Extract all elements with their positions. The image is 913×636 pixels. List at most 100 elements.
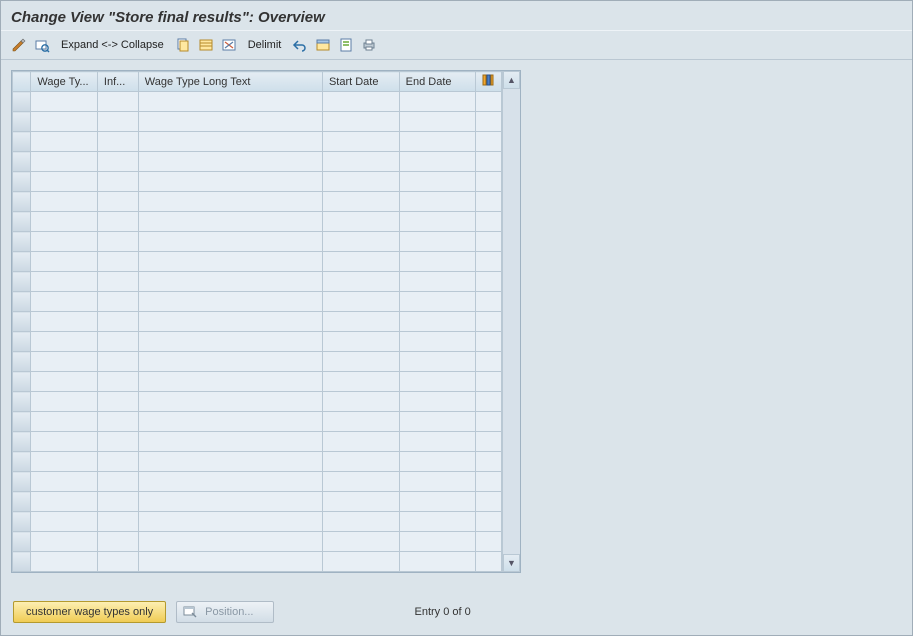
table-cell[interactable] xyxy=(31,292,97,312)
table-cell[interactable] xyxy=(399,92,476,112)
table-cell[interactable] xyxy=(97,492,138,512)
row-selector[interactable] xyxy=(13,392,31,412)
row-selector[interactable] xyxy=(13,272,31,292)
table-cell[interactable] xyxy=(138,212,322,232)
row-selector[interactable] xyxy=(13,332,31,352)
table-cell[interactable] xyxy=(399,332,476,352)
table-cell[interactable] xyxy=(31,172,97,192)
col-header-start-date[interactable]: Start Date xyxy=(322,72,399,92)
table-cell[interactable] xyxy=(322,272,399,292)
table-cell[interactable] xyxy=(31,532,97,552)
table-cell[interactable] xyxy=(138,372,322,392)
table-cell[interactable] xyxy=(322,92,399,112)
row-selector[interactable] xyxy=(13,112,31,132)
table-cell[interactable] xyxy=(97,392,138,412)
table-cell[interactable] xyxy=(322,352,399,372)
table-cell[interactable] xyxy=(138,252,322,272)
table-cell[interactable] xyxy=(97,332,138,352)
table-cell[interactable] xyxy=(97,92,138,112)
table-cell[interactable] xyxy=(399,252,476,272)
table-cell[interactable] xyxy=(138,392,322,412)
row-selector[interactable] xyxy=(13,492,31,512)
table-cell[interactable] xyxy=(31,512,97,532)
row-selector[interactable] xyxy=(13,412,31,432)
table-cell[interactable] xyxy=(399,532,476,552)
col-header-long-text[interactable]: Wage Type Long Text xyxy=(138,72,322,92)
table-cell[interactable] xyxy=(97,272,138,292)
table-cell[interactable] xyxy=(31,92,97,112)
row-selector[interactable] xyxy=(13,132,31,152)
table-cell[interactable] xyxy=(322,192,399,212)
table-cell[interactable] xyxy=(138,192,322,212)
expand-collapse-button[interactable]: Expand <-> Collapse xyxy=(55,39,170,51)
table-cell[interactable] xyxy=(31,132,97,152)
table-cell[interactable] xyxy=(138,452,322,472)
table-cell[interactable] xyxy=(138,352,322,372)
row-selector[interactable] xyxy=(13,472,31,492)
table-cell[interactable] xyxy=(399,152,476,172)
row-selector[interactable] xyxy=(13,152,31,172)
table-cell[interactable] xyxy=(31,312,97,332)
configure-columns-icon[interactable] xyxy=(476,72,502,92)
table-cell[interactable] xyxy=(31,252,97,272)
table-cell[interactable] xyxy=(138,292,322,312)
table-cell[interactable] xyxy=(97,552,138,572)
table-cell[interactable] xyxy=(97,232,138,252)
print-icon[interactable] xyxy=(359,35,379,55)
position-button[interactable]: Position... xyxy=(176,601,274,623)
table-cell[interactable] xyxy=(97,532,138,552)
table-cell[interactable] xyxy=(138,152,322,172)
table-cell[interactable] xyxy=(31,352,97,372)
table-cell[interactable] xyxy=(399,412,476,432)
table-cell[interactable] xyxy=(31,112,97,132)
table-cell[interactable] xyxy=(322,552,399,572)
table-cell[interactable] xyxy=(322,432,399,452)
table-cell[interactable] xyxy=(322,392,399,412)
table-cell[interactable] xyxy=(138,172,322,192)
table-cell[interactable] xyxy=(399,512,476,532)
table-cell[interactable] xyxy=(31,392,97,412)
scroll-up-icon[interactable]: ▲ xyxy=(503,71,520,89)
table-cell[interactable] xyxy=(31,372,97,392)
table-cell[interactable] xyxy=(31,412,97,432)
table-cell[interactable] xyxy=(399,372,476,392)
change-icon[interactable] xyxy=(9,35,29,55)
table-cell[interactable] xyxy=(138,332,322,352)
table-cell[interactable] xyxy=(97,112,138,132)
table-cell[interactable] xyxy=(97,352,138,372)
table-cell[interactable] xyxy=(322,312,399,332)
table-cell[interactable] xyxy=(322,292,399,312)
table-cell[interactable] xyxy=(31,432,97,452)
table-cell[interactable] xyxy=(97,452,138,472)
table-cell[interactable] xyxy=(138,232,322,252)
deselect-all-icon[interactable] xyxy=(219,35,239,55)
table-cell[interactable] xyxy=(399,192,476,212)
table-cell[interactable] xyxy=(138,432,322,452)
row-selector[interactable] xyxy=(13,552,31,572)
table-cell[interactable] xyxy=(322,332,399,352)
table-cell[interactable] xyxy=(97,312,138,332)
row-selector[interactable] xyxy=(13,312,31,332)
table-cell[interactable] xyxy=(138,272,322,292)
table-cell[interactable] xyxy=(322,112,399,132)
select-all-icon[interactable] xyxy=(196,35,216,55)
scroll-down-icon[interactable]: ▼ xyxy=(503,554,520,572)
table-cell[interactable] xyxy=(399,352,476,372)
row-selector[interactable] xyxy=(13,532,31,552)
table-cell[interactable] xyxy=(322,412,399,432)
table-cell[interactable] xyxy=(322,512,399,532)
row-selector[interactable] xyxy=(13,192,31,212)
table-cell[interactable] xyxy=(138,472,322,492)
table-cell[interactable] xyxy=(138,92,322,112)
table-cell[interactable] xyxy=(322,132,399,152)
table-cell[interactable] xyxy=(399,232,476,252)
table-cell[interactable] xyxy=(97,152,138,172)
table-cell[interactable] xyxy=(31,192,97,212)
table-cell[interactable] xyxy=(399,172,476,192)
table-cell[interactable] xyxy=(138,132,322,152)
table-cell[interactable] xyxy=(399,452,476,472)
copy-icon[interactable] xyxy=(173,35,193,55)
table-cell[interactable] xyxy=(399,272,476,292)
table-cell[interactable] xyxy=(322,472,399,492)
table-cell[interactable] xyxy=(138,412,322,432)
